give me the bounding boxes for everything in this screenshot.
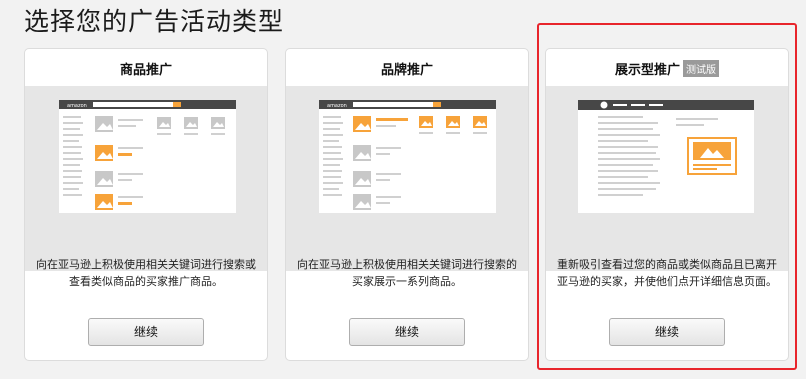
card-title: 品牌推广 (380, 63, 433, 78)
svg-text:amazon: amazon (67, 103, 87, 109)
selection-highlight-box (537, 23, 797, 370)
card-description: 向在亚马逊上积极使用相关关键词进行搜索或查看类似商品的买家推广商品。 (36, 258, 256, 288)
preview-image-sponsored-brands: amazon (286, 86, 528, 271)
card-title: 商品推广 (119, 63, 172, 78)
continue-button[interactable]: 继续 (349, 318, 465, 346)
svg-text:amazon: amazon (327, 103, 347, 109)
page-title: 选择您的广告活动类型 (24, 7, 285, 36)
continue-button[interactable]: 继续 (88, 318, 204, 346)
card-description: 向在亚马逊上积极使用相关关键词进行搜索的买家展示一系列商品。 (297, 258, 517, 288)
campaign-card-sponsored-products[interactable]: 商品推广 amazon 向在亚马逊上积极使用相关关键词进行搜索或查看类似商品的买… (24, 48, 268, 361)
preview-image-sponsored-products: amazon (25, 86, 267, 271)
campaign-card-sponsored-brands[interactable]: 品牌推广 amazon 向在亚马逊上积极使用相关关键词进行搜索的买家展示一系列商… (285, 48, 529, 361)
